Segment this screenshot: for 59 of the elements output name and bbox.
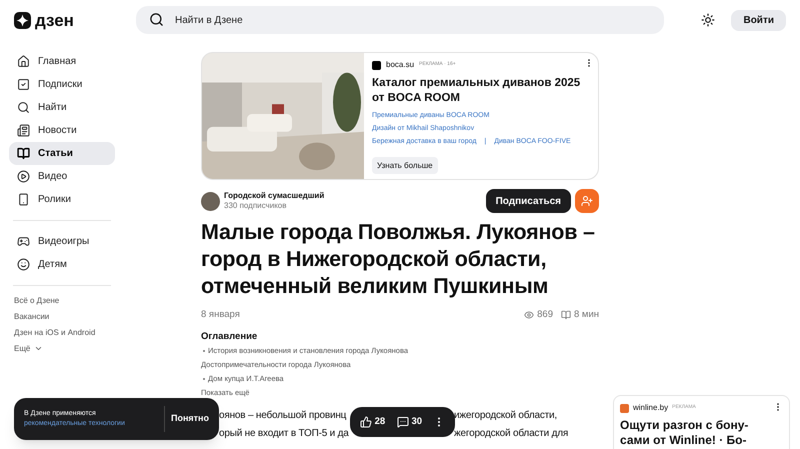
sun-icon[interactable] (701, 13, 716, 27)
learn-more-button[interactable]: Узнать больше (372, 157, 438, 174)
ad-title: Ощути разгон с бону- (620, 418, 750, 433)
article-title: Малые города Поволжья. Лукоянов – город в Нижегородской области, отмеченный великим Пушкиным (201, 219, 596, 300)
logo-icon (14, 12, 31, 28)
login-button[interactable]: Войти (731, 10, 786, 30)
book-icon (560, 310, 571, 320)
comment-icon (396, 416, 408, 428)
logo-text[interactable]: дзен (35, 12, 74, 28)
sidebar-item[interactable]: Видео (9, 165, 115, 188)
sidebar-item[interactable]: Статьи (9, 142, 115, 165)
house-icon (17, 55, 30, 68)
sidebar-item[interactable]: Подписки (9, 73, 115, 96)
subscriber-count: 330 подписчиков (224, 201, 288, 211)
body-text: жегородской области для (454, 427, 568, 442)
ad-logo-icon (372, 60, 381, 70)
phone-icon (17, 193, 30, 206)
sidebar-item[interactable]: Найти (9, 96, 115, 119)
sidebar-item[interactable]: Видеоигры (9, 230, 115, 253)
author-avatar[interactable] (201, 192, 220, 210)
newspaper-icon (17, 124, 30, 137)
gamepad-icon (17, 235, 30, 248)
sidebar-item[interactable]: Главная (9, 50, 115, 73)
read-time: 8 мин (574, 308, 599, 322)
sidebar-item[interactable]: Ролики (9, 188, 115, 211)
like-button[interactable]: 28 (360, 414, 386, 430)
body-text: орый не входит в ТОП-5 и да (219, 427, 349, 442)
author-name[interactable]: Городской сумасшедший (224, 191, 324, 201)
checkbox-icon (17, 78, 30, 91)
footer-link[interactable]: Всё о Дзене (14, 295, 115, 306)
ad-logo-icon (620, 404, 629, 412)
chevron-icon (34, 344, 44, 353)
article-date: 8 января (201, 308, 240, 322)
book-icon (17, 147, 30, 160)
eye-icon (524, 310, 534, 320)
accept-button[interactable]: Понятно (165, 412, 215, 426)
thumbs-up-icon (360, 416, 372, 428)
toc-heading: Оглавление (201, 330, 258, 344)
subscribe-button[interactable]: Подписаться (486, 189, 571, 213)
ad-domain: winline.by (633, 402, 668, 414)
footer-link[interactable]: Вакансии (14, 311, 115, 322)
share-button[interactable] (575, 189, 599, 213)
search-field[interactable]: Найти в Дзене (136, 6, 664, 34)
body-text: ижегородской области, (454, 409, 557, 424)
ad-domain: boca.su (386, 59, 414, 71)
sidebar-item[interactable]: Новости (9, 119, 115, 142)
ad-title: Каталог премиальных диванов 2025 от BOCA ROOM (372, 76, 582, 106)
comments-button[interactable]: 30 (396, 414, 422, 430)
ad-title: сами от Winline! · Бо- (620, 433, 748, 448)
more-link[interactable]: Ещё (14, 343, 115, 354)
view-count: 869 (537, 308, 553, 322)
sidebar-item[interactable]: Детям (9, 253, 115, 276)
play-icon (17, 170, 30, 183)
search-icon (17, 101, 30, 114)
smile-icon (17, 258, 30, 271)
search-icon (149, 12, 164, 27)
body-text: оянов – небольшой провинц (219, 409, 346, 424)
user-plus-icon (581, 195, 593, 207)
footer-link[interactable]: Дзен на iOS и Android (14, 327, 115, 338)
